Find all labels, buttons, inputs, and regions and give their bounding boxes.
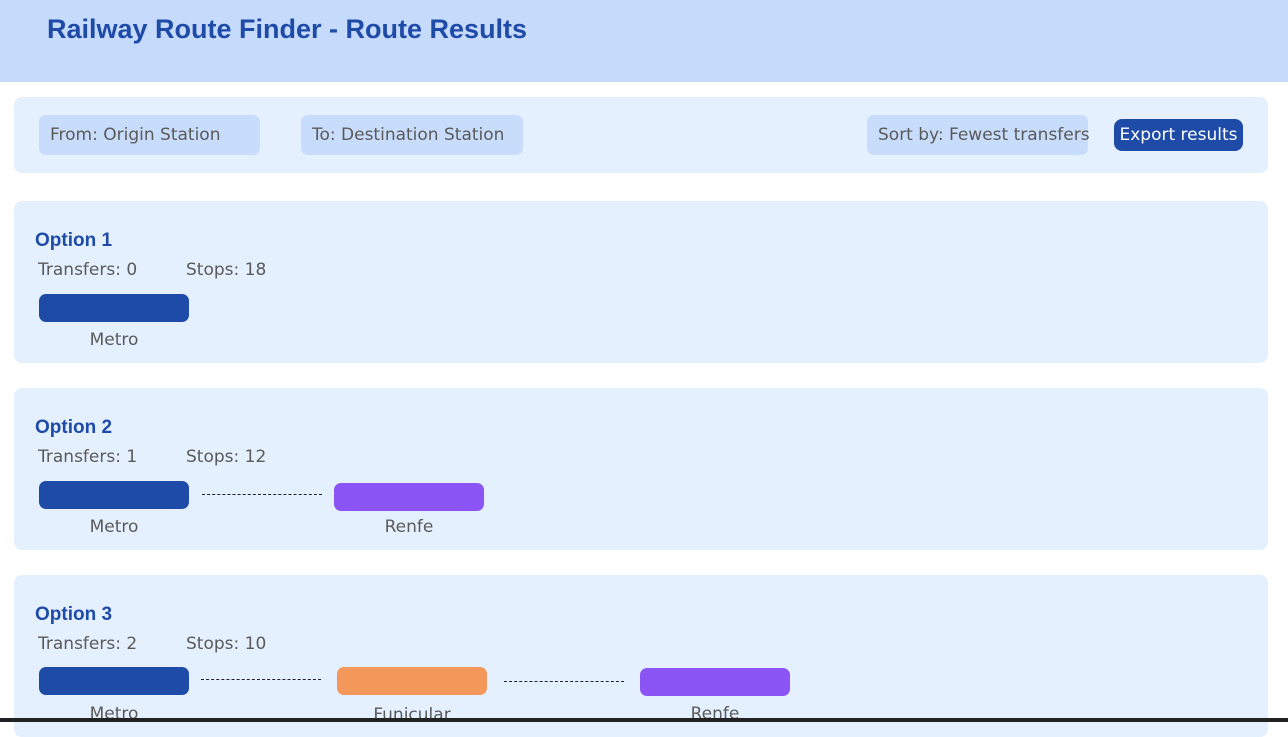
search-toolbar: From: Origin Station To: Destination Sta… — [14, 97, 1268, 173]
to-station-field[interactable]: To: Destination Station — [301, 115, 523, 155]
route-leg-bar — [334, 483, 484, 511]
route-option-card[interactable]: Option 3 Transfers: 2 Stops: 10 Metro Fu… — [14, 575, 1268, 737]
page-title: Railway Route Finder - Route Results — [47, 14, 528, 44]
stops-count: Stops: 12 — [186, 447, 267, 467]
export-results-button[interactable]: Export results — [1114, 119, 1243, 151]
option-title: Option 1 — [35, 230, 113, 251]
option-title: Option 2 — [35, 417, 113, 438]
route-leg-bar — [337, 667, 487, 695]
route-leg-label: Metro — [89, 330, 139, 350]
route-option-card[interactable]: Option 2 Transfers: 1 Stops: 12 Metro Re… — [14, 388, 1268, 550]
route-leg-label: Metro — [89, 517, 139, 537]
route-leg-bar — [39, 667, 189, 695]
from-station-field[interactable]: From: Origin Station — [39, 115, 260, 155]
route-leg-bar — [39, 481, 189, 509]
transfers-count: Transfers: 1 — [38, 447, 138, 467]
sort-select[interactable]: Sort by: Fewest transfers — [867, 115, 1090, 155]
transfer-connector — [504, 681, 624, 682]
transfers-count: Transfers: 2 — [38, 634, 138, 654]
route-leg-bar — [39, 294, 189, 322]
app-header: Railway Route Finder - Route Results — [0, 0, 1288, 82]
route-leg-label: Renfe — [384, 517, 434, 537]
stops-count: Stops: 18 — [186, 260, 267, 280]
transfer-connector — [201, 679, 321, 680]
window-bottom-border — [0, 718, 1288, 722]
stops-count: Stops: 10 — [186, 634, 267, 654]
route-leg-bar — [640, 668, 790, 696]
transfer-connector — [202, 494, 322, 495]
transfers-count: Transfers: 0 — [38, 260, 138, 280]
option-title: Option 3 — [35, 604, 113, 625]
route-leg-label: Funicular — [373, 705, 451, 725]
route-option-card[interactable]: Option 1 Transfers: 0 Stops: 18 Metro — [14, 201, 1268, 363]
